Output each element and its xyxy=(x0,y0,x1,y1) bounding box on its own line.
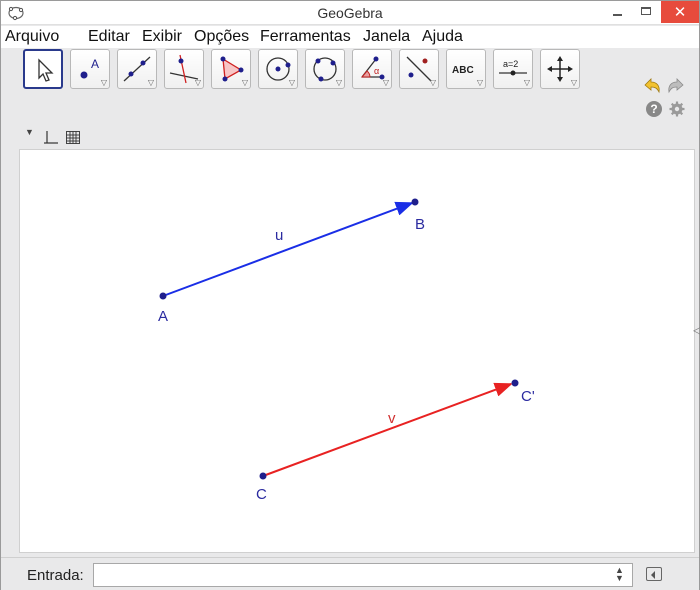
close-icon: ✕ xyxy=(673,4,687,21)
text-tool-label: ABC xyxy=(452,65,474,76)
move-tool[interactable] xyxy=(23,49,63,89)
circle-tool[interactable]: ▽ xyxy=(258,49,298,89)
graphics-view[interactable]: A B C C' u v xyxy=(19,149,695,553)
label-vector-u: u xyxy=(275,227,284,244)
minimize-icon xyxy=(613,14,622,16)
label-C-prime: C' xyxy=(521,388,535,405)
label-A: A xyxy=(158,308,169,325)
point-C[interactable] xyxy=(259,472,267,480)
close-button[interactable]: ✕ xyxy=(661,1,699,23)
menu-ajuda[interactable]: Ajuda xyxy=(422,28,463,46)
settings-gear-icon[interactable] xyxy=(669,101,685,117)
side-panel-handle-icon[interactable]: ◁ xyxy=(693,323,700,337)
help-icon[interactable]: ? xyxy=(646,101,662,117)
label-B: B xyxy=(415,216,426,233)
pointer-arrow-icon xyxy=(38,58,54,82)
window-title: GeoGebra xyxy=(317,5,383,21)
style-bar: ▼ xyxy=(1,125,699,149)
show-axes-icon[interactable] xyxy=(43,130,59,146)
menu-arquivo[interactable]: Arquivo xyxy=(5,28,59,46)
circle-three-points-tool[interactable]: ▽ xyxy=(305,49,345,89)
perpendicular-line-tool[interactable]: ▽ xyxy=(164,49,204,89)
show-grid-icon[interactable] xyxy=(65,130,81,146)
slider-tool[interactable]: a=2 ▽ xyxy=(493,49,533,89)
minimize-button[interactable] xyxy=(605,1,631,23)
menu-exibir[interactable]: Exibir xyxy=(142,28,182,46)
input-field[interactable] xyxy=(93,563,633,587)
slider-tool-label: a=2 xyxy=(503,59,518,69)
vector-v[interactable] xyxy=(262,382,513,477)
dropdown-triangle-icon: ▽ xyxy=(523,78,530,87)
dropdown-triangle-icon: ▽ xyxy=(429,78,436,87)
vector-u[interactable] xyxy=(162,201,414,297)
label-C: C xyxy=(256,486,267,503)
dropdown-triangle-icon: ▽ xyxy=(194,78,201,87)
menu-bar: Arquivo Editar Exibir Opções Ferramentas… xyxy=(1,26,699,48)
geogebra-window: GeoGebra ✕ Arquivo Editar Exibir Opções … xyxy=(0,0,700,590)
dropdown-triangle-icon: ▽ xyxy=(241,78,248,87)
dropdown-triangle-icon: ▽ xyxy=(476,78,483,87)
dropdown-triangle-icon: ▽ xyxy=(382,78,389,87)
maximize-button[interactable] xyxy=(633,1,659,23)
label-vector-v: v xyxy=(388,410,396,427)
graphics-canvas xyxy=(159,198,519,480)
input-history-spinner-icon[interactable]: ▲ ▼ xyxy=(615,566,624,583)
dropdown-triangle-icon: ▽ xyxy=(147,78,154,87)
virtual-keyboard-icon[interactable] xyxy=(646,567,662,581)
dropdown-triangle-icon: ▽ xyxy=(288,78,295,87)
point-tool-label: A xyxy=(91,57,99,71)
redo-icon[interactable] xyxy=(666,77,686,95)
menu-ferramentas[interactable]: Ferramentas xyxy=(260,28,351,46)
reflect-tool[interactable]: ▽ xyxy=(399,49,439,89)
move-view-tool[interactable]: ▽ xyxy=(540,49,580,89)
point-B[interactable] xyxy=(411,198,419,206)
point-C-prime[interactable] xyxy=(511,379,519,387)
angle-tool-label: α xyxy=(374,66,379,76)
maximize-icon xyxy=(641,7,651,15)
point-A[interactable] xyxy=(159,292,167,300)
dropdown-triangle-icon: ▽ xyxy=(100,78,107,87)
line-tool[interactable]: ▽ xyxy=(117,49,157,89)
dropdown-triangle-icon: ▽ xyxy=(570,78,577,87)
title-bar[interactable]: GeoGebra ✕ xyxy=(1,1,699,25)
menu-opcoes[interactable]: Opções xyxy=(194,28,249,46)
menu-editar[interactable]: Editar xyxy=(88,28,130,46)
menu-janela[interactable]: Janela xyxy=(363,28,410,46)
input-label: Entrada: xyxy=(27,567,84,584)
input-bar: Entrada: ▲ ▼ xyxy=(1,557,699,590)
dropdown-triangle-icon: ▽ xyxy=(335,78,342,87)
point-tool[interactable]: A ▽ xyxy=(70,49,110,89)
polygon-tool[interactable]: ▽ xyxy=(211,49,251,89)
undo-icon[interactable] xyxy=(642,77,662,95)
text-tool[interactable]: ABC ▽ xyxy=(446,49,486,89)
angle-tool[interactable]: α ▽ xyxy=(352,49,392,89)
collapse-triangle-icon[interactable]: ▼ xyxy=(25,127,34,137)
toolbar: A ▽ ▽ ▽ ▽ ▽ ▽ α ▽ ▽ ABC ▽ a=2 ▽ ▽ ? xyxy=(1,49,699,125)
